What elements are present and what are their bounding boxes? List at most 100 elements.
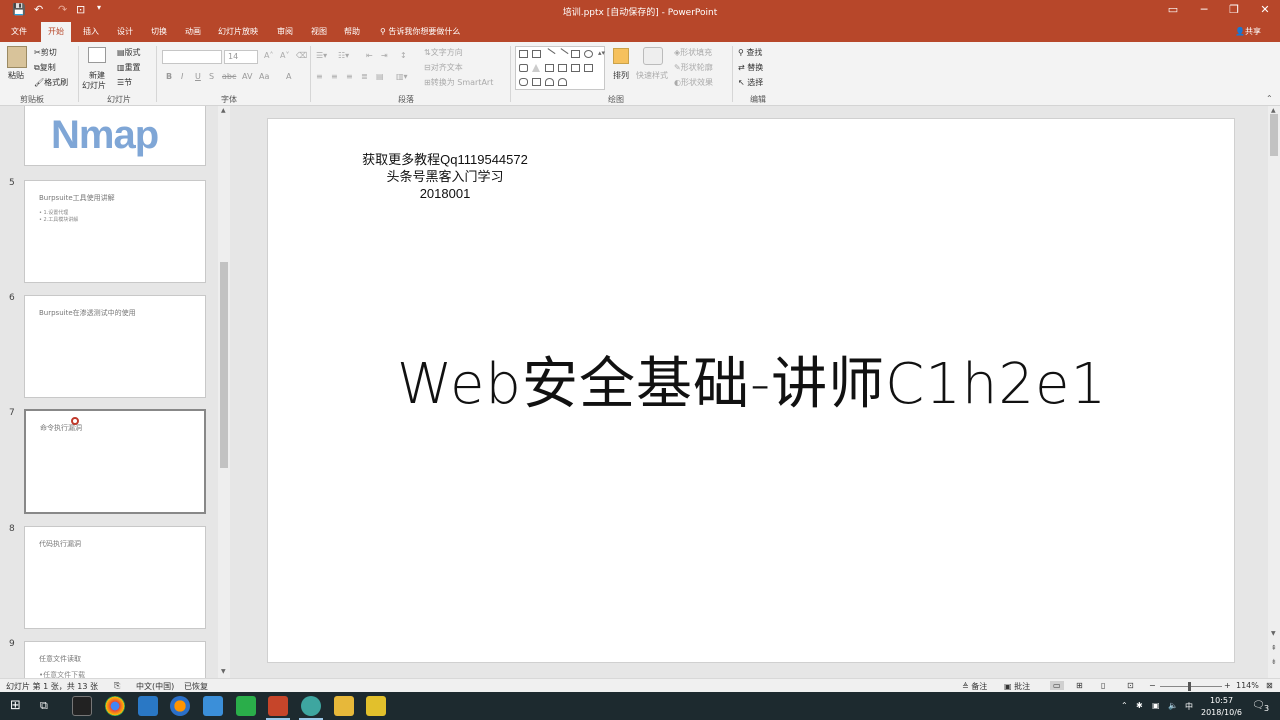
numbering-icon[interactable]: ☷▾ bbox=[338, 51, 349, 60]
ribbon-display-options-button[interactable]: ▭ bbox=[1163, 3, 1183, 16]
align-left-icon[interactable]: ≡ bbox=[316, 72, 323, 81]
arrow-shape-icon[interactable] bbox=[556, 48, 569, 60]
italic-icon[interactable]: I bbox=[181, 72, 183, 81]
comments-button[interactable]: ▣ 批注 bbox=[1004, 681, 1030, 692]
firefox-app-icon[interactable] bbox=[170, 696, 190, 716]
chrome-app-icon[interactable] bbox=[105, 696, 125, 716]
textbox-shape-icon[interactable] bbox=[519, 50, 528, 58]
zoom-level[interactable]: 114% bbox=[1236, 681, 1259, 690]
close-button[interactable]: ✕ bbox=[1255, 3, 1275, 16]
share-button[interactable]: 👤共享 bbox=[1235, 26, 1261, 37]
columns-icon[interactable]: ▥▾ bbox=[396, 72, 408, 81]
down-arrow-shape-icon[interactable] bbox=[584, 64, 593, 72]
normal-view-icon[interactable]: ▭ bbox=[1050, 681, 1064, 690]
terminal-app-icon[interactable] bbox=[72, 696, 92, 716]
select-button[interactable]: ↖ 选择 bbox=[738, 77, 763, 88]
rectangle-shape-icon[interactable] bbox=[571, 50, 580, 58]
format-painter-button[interactable]: 🖌格式刷 bbox=[34, 77, 68, 88]
volume-icon[interactable]: 🔈 bbox=[1168, 701, 1178, 710]
scroll-down-icon[interactable]: ▼ bbox=[221, 668, 226, 675]
windows-start-icon[interactable]: ⊞ bbox=[10, 698, 21, 713]
vertical-textbox-shape-icon[interactable] bbox=[532, 50, 541, 58]
new-slide-icon[interactable] bbox=[88, 47, 106, 63]
scroll-up-icon[interactable]: ▲ bbox=[221, 107, 226, 114]
recovered-status[interactable]: 已恢复 bbox=[184, 681, 208, 692]
tab-transitions[interactable]: 切换 bbox=[151, 26, 167, 37]
scroll-down-icon[interactable]: ▼ bbox=[1271, 630, 1276, 637]
slide-title[interactable]: Web安全基础-讲师C1h2e1 bbox=[268, 339, 1236, 420]
increase-indent-icon[interactable]: ⇥ bbox=[381, 51, 388, 60]
current-slide[interactable]: 获取更多教程Qq1119544572 头条号黑客入门学习 2018001 Web… bbox=[267, 118, 1235, 663]
decrease-indent-icon[interactable]: ⇤ bbox=[366, 51, 373, 60]
scroll-up-icon[interactable]: ▲ bbox=[1271, 107, 1276, 114]
zoom-out-icon[interactable]: − bbox=[1149, 681, 1156, 690]
thumbnail-scrollbar[interactable]: ▲ ▼ bbox=[218, 106, 230, 678]
shadow-icon[interactable]: S bbox=[209, 72, 214, 81]
zoom-slider-thumb[interactable] bbox=[1188, 682, 1191, 691]
task-view-icon[interactable]: ⧉ bbox=[40, 699, 48, 713]
elbow-connector-shape-icon[interactable] bbox=[545, 64, 554, 72]
reading-view-icon[interactable]: ▯ bbox=[1101, 681, 1105, 690]
tab-review[interactable]: 审阅 bbox=[277, 26, 293, 37]
freeform-shape-icon[interactable] bbox=[519, 78, 528, 86]
slide-thumbnail-4[interactable]: Nmap bbox=[24, 106, 206, 166]
font-size-combo[interactable]: 14 bbox=[224, 50, 258, 64]
shapes-gallery[interactable]: ▴▾ bbox=[515, 46, 605, 90]
tab-animations[interactable]: 动画 bbox=[185, 26, 201, 37]
evernote-app-icon[interactable] bbox=[236, 696, 256, 716]
rounded-rect-shape-icon[interactable] bbox=[519, 64, 528, 72]
clear-formatting-icon[interactable]: ⌫ bbox=[296, 51, 307, 60]
notification-center-icon[interactable]: 🗨 bbox=[1252, 700, 1265, 711]
slideshow-icon[interactable]: ⊡ bbox=[1127, 681, 1134, 690]
justify-icon[interactable]: ≣ bbox=[361, 72, 368, 81]
curve-connector-shape-icon[interactable] bbox=[558, 64, 567, 72]
tab-design[interactable]: 设计 bbox=[117, 26, 133, 37]
clock-date[interactable]: 2018/10/6 bbox=[1201, 708, 1242, 717]
align-center-icon[interactable]: ≡ bbox=[331, 72, 338, 81]
line-shape-icon[interactable] bbox=[543, 48, 556, 60]
smartart-button[interactable]: ⊞转换为 SmartArt bbox=[424, 77, 493, 88]
line-spacing-icon[interactable]: ↕ bbox=[400, 51, 407, 60]
oval-shape-icon[interactable] bbox=[584, 50, 593, 58]
zoom-in-icon[interactable]: + bbox=[1224, 681, 1231, 690]
shape-fill-button[interactable]: ◈形状填充 bbox=[674, 47, 712, 58]
notes-button[interactable]: ≜ 备注 bbox=[962, 681, 987, 692]
editor-scrollbar[interactable]: ▲ ▼ ⇞ ⇟ bbox=[1268, 106, 1280, 678]
quick-styles-icon[interactable] bbox=[643, 47, 663, 65]
grow-font-icon[interactable]: A˄ bbox=[264, 51, 273, 60]
font-color-icon[interactable]: A bbox=[286, 72, 291, 81]
arrange-icon[interactable] bbox=[613, 48, 629, 64]
triangle-shape-icon[interactable] bbox=[532, 64, 540, 72]
language-status[interactable]: 中文(中国) bbox=[136, 681, 174, 692]
distributed-icon[interactable]: ▤ bbox=[376, 72, 384, 81]
arrange-button[interactable]: 排列 bbox=[613, 70, 629, 81]
font-name-combo[interactable] bbox=[162, 50, 222, 64]
notes-app-icon[interactable] bbox=[366, 696, 386, 716]
right-arrow-shape-icon[interactable] bbox=[571, 64, 580, 72]
bluetooth-icon[interactable]: ✱ bbox=[1136, 701, 1143, 710]
layout-button[interactable]: ▤版式 bbox=[117, 47, 141, 58]
previous-slide-icon[interactable]: ⇞ bbox=[1271, 644, 1277, 652]
star-shape-icon[interactable] bbox=[532, 78, 541, 86]
thumbnail-scroll-thumb[interactable] bbox=[220, 262, 228, 468]
strikethrough-icon[interactable]: abc bbox=[222, 72, 236, 81]
copy-button[interactable]: ⧉复制 bbox=[34, 62, 56, 73]
curve-shape-icon[interactable] bbox=[558, 78, 567, 86]
collapse-ribbon-icon[interactable]: ⌃ bbox=[1266, 94, 1273, 103]
tab-insert[interactable]: 插入 bbox=[83, 26, 99, 37]
brace-left-shape-icon[interactable] bbox=[571, 78, 580, 86]
paste-icon[interactable] bbox=[7, 46, 27, 68]
tab-slideshow[interactable]: 幻灯片放映 bbox=[218, 26, 258, 37]
slide-thumbnail-9[interactable]: 任意文件读取 •任意文件下载 bbox=[24, 641, 206, 678]
file-explorer-icon[interactable] bbox=[334, 696, 354, 716]
slide-thumbnail-7[interactable]: 命令执行漏洞 bbox=[24, 409, 206, 514]
next-slide-icon[interactable]: ⇟ bbox=[1271, 658, 1277, 666]
watermark-text[interactable]: 获取更多教程Qq1119544572 头条号黑客入门学习 2018001 bbox=[320, 151, 570, 202]
underline-icon[interactable]: U bbox=[195, 72, 201, 81]
section-button[interactable]: ☰节 bbox=[117, 77, 132, 88]
slide-thumbnail-8[interactable]: 代码执行漏洞 bbox=[24, 526, 206, 629]
ime-indicator[interactable]: 中 bbox=[1185, 701, 1193, 712]
slide-thumbnail-5[interactable]: Burpsuite工具使用讲解 • 1.设置代理 • 2.工具模块讲解 bbox=[24, 180, 206, 283]
find-button[interactable]: ⚲ 查找 bbox=[738, 47, 762, 58]
gallery-more-icon[interactable]: ▴▾ bbox=[598, 49, 605, 57]
